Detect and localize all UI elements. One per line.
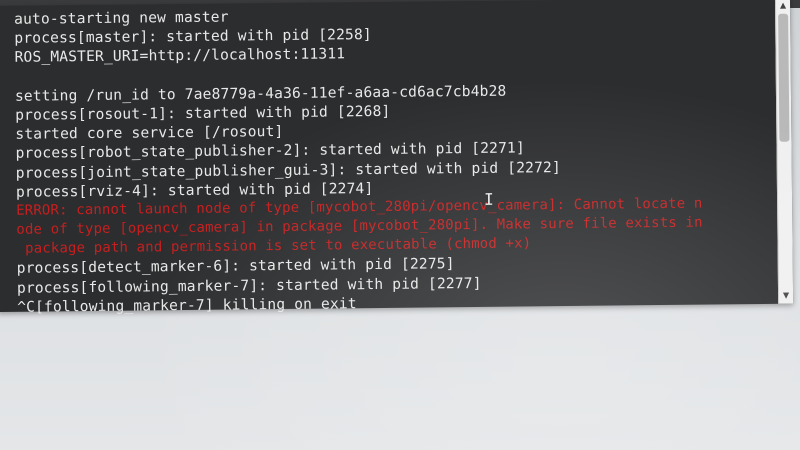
terminal-scrollbar[interactable]: ▲ ▼ — [774, 0, 794, 304]
terminal-output[interactable]: auto-starting new master process[master]… — [14, 2, 775, 317]
text-cursor-icon: I — [483, 189, 494, 209]
terminal-window[interactable]: auto-starting new master process[master]… — [0, 0, 794, 316]
monitor-photo: auto-starting new master process[master]… — [0, 0, 800, 450]
scroll-down-icon[interactable]: ▼ — [779, 290, 793, 302]
scrollbar-thumb[interactable] — [778, 13, 790, 142]
scroll-up-icon[interactable]: ▲ — [776, 0, 790, 12]
